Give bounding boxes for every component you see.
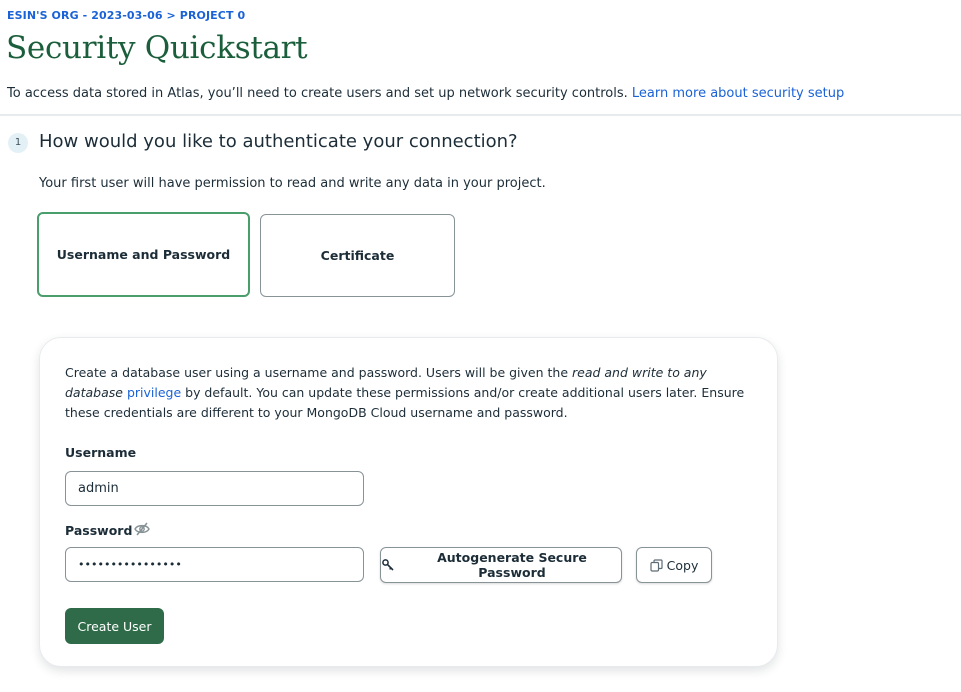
username-label: Username — [65, 445, 137, 460]
auth-option-certificate[interactable]: Certificate — [260, 214, 455, 297]
breadcrumb: ESIN'S ORG - 2023-03-06 > PROJECT 0 — [7, 9, 245, 22]
autogenerate-label: Autogenerate Secure Password — [437, 550, 587, 580]
breadcrumb-project[interactable]: PROJECT 0 — [180, 9, 245, 22]
username-input[interactable] — [65, 471, 364, 506]
page-title: Security Quickstart — [6, 30, 308, 66]
learn-more-link[interactable]: Learn more about security setup — [632, 86, 844, 101]
intro-text: To access data stored in Atlas, you’ll n… — [7, 86, 628, 101]
key-icon — [381, 558, 395, 572]
step-description: Your first user will have permission to … — [39, 176, 546, 191]
autogenerate-password-button[interactable]: Autogenerate Secure Password — [380, 547, 622, 583]
breadcrumb-org[interactable]: ESIN'S ORG - 2023-03-06 — [7, 9, 163, 22]
security-quickstart-page: ESIN'S ORG - 2023-03-06 > PROJECT 0 Secu… — [0, 0, 961, 692]
auth-option-label: Username and Password — [56, 247, 231, 262]
step-number-badge: 1 — [8, 133, 28, 153]
create-user-card: Create a database user using a username … — [39, 337, 778, 667]
auth-option-label: Certificate — [320, 248, 395, 263]
copy-icon — [650, 558, 663, 572]
card-description: Create a database user using a username … — [65, 363, 760, 423]
step-title: How would you like to authenticate your … — [39, 131, 518, 152]
privilege-link[interactable]: privilege — [127, 385, 181, 400]
create-user-button[interactable]: Create User — [65, 608, 164, 644]
breadcrumb-separator: > — [166, 9, 176, 22]
card-text-before: Create a database user using a username … — [65, 365, 572, 380]
password-input[interactable]: •••••••••••••••• — [65, 547, 364, 582]
copy-label: Copy — [666, 557, 699, 573]
auth-option-username-password[interactable]: Username and Password — [37, 212, 250, 297]
password-label: Password — [65, 523, 133, 538]
password-value: •••••••••••••••• — [78, 558, 182, 571]
copy-password-button[interactable]: Copy — [636, 547, 712, 583]
divider — [0, 114, 961, 116]
eye-slash-icon[interactable] — [134, 522, 150, 536]
intro-paragraph: To access data stored in Atlas, you’ll n… — [7, 86, 844, 101]
